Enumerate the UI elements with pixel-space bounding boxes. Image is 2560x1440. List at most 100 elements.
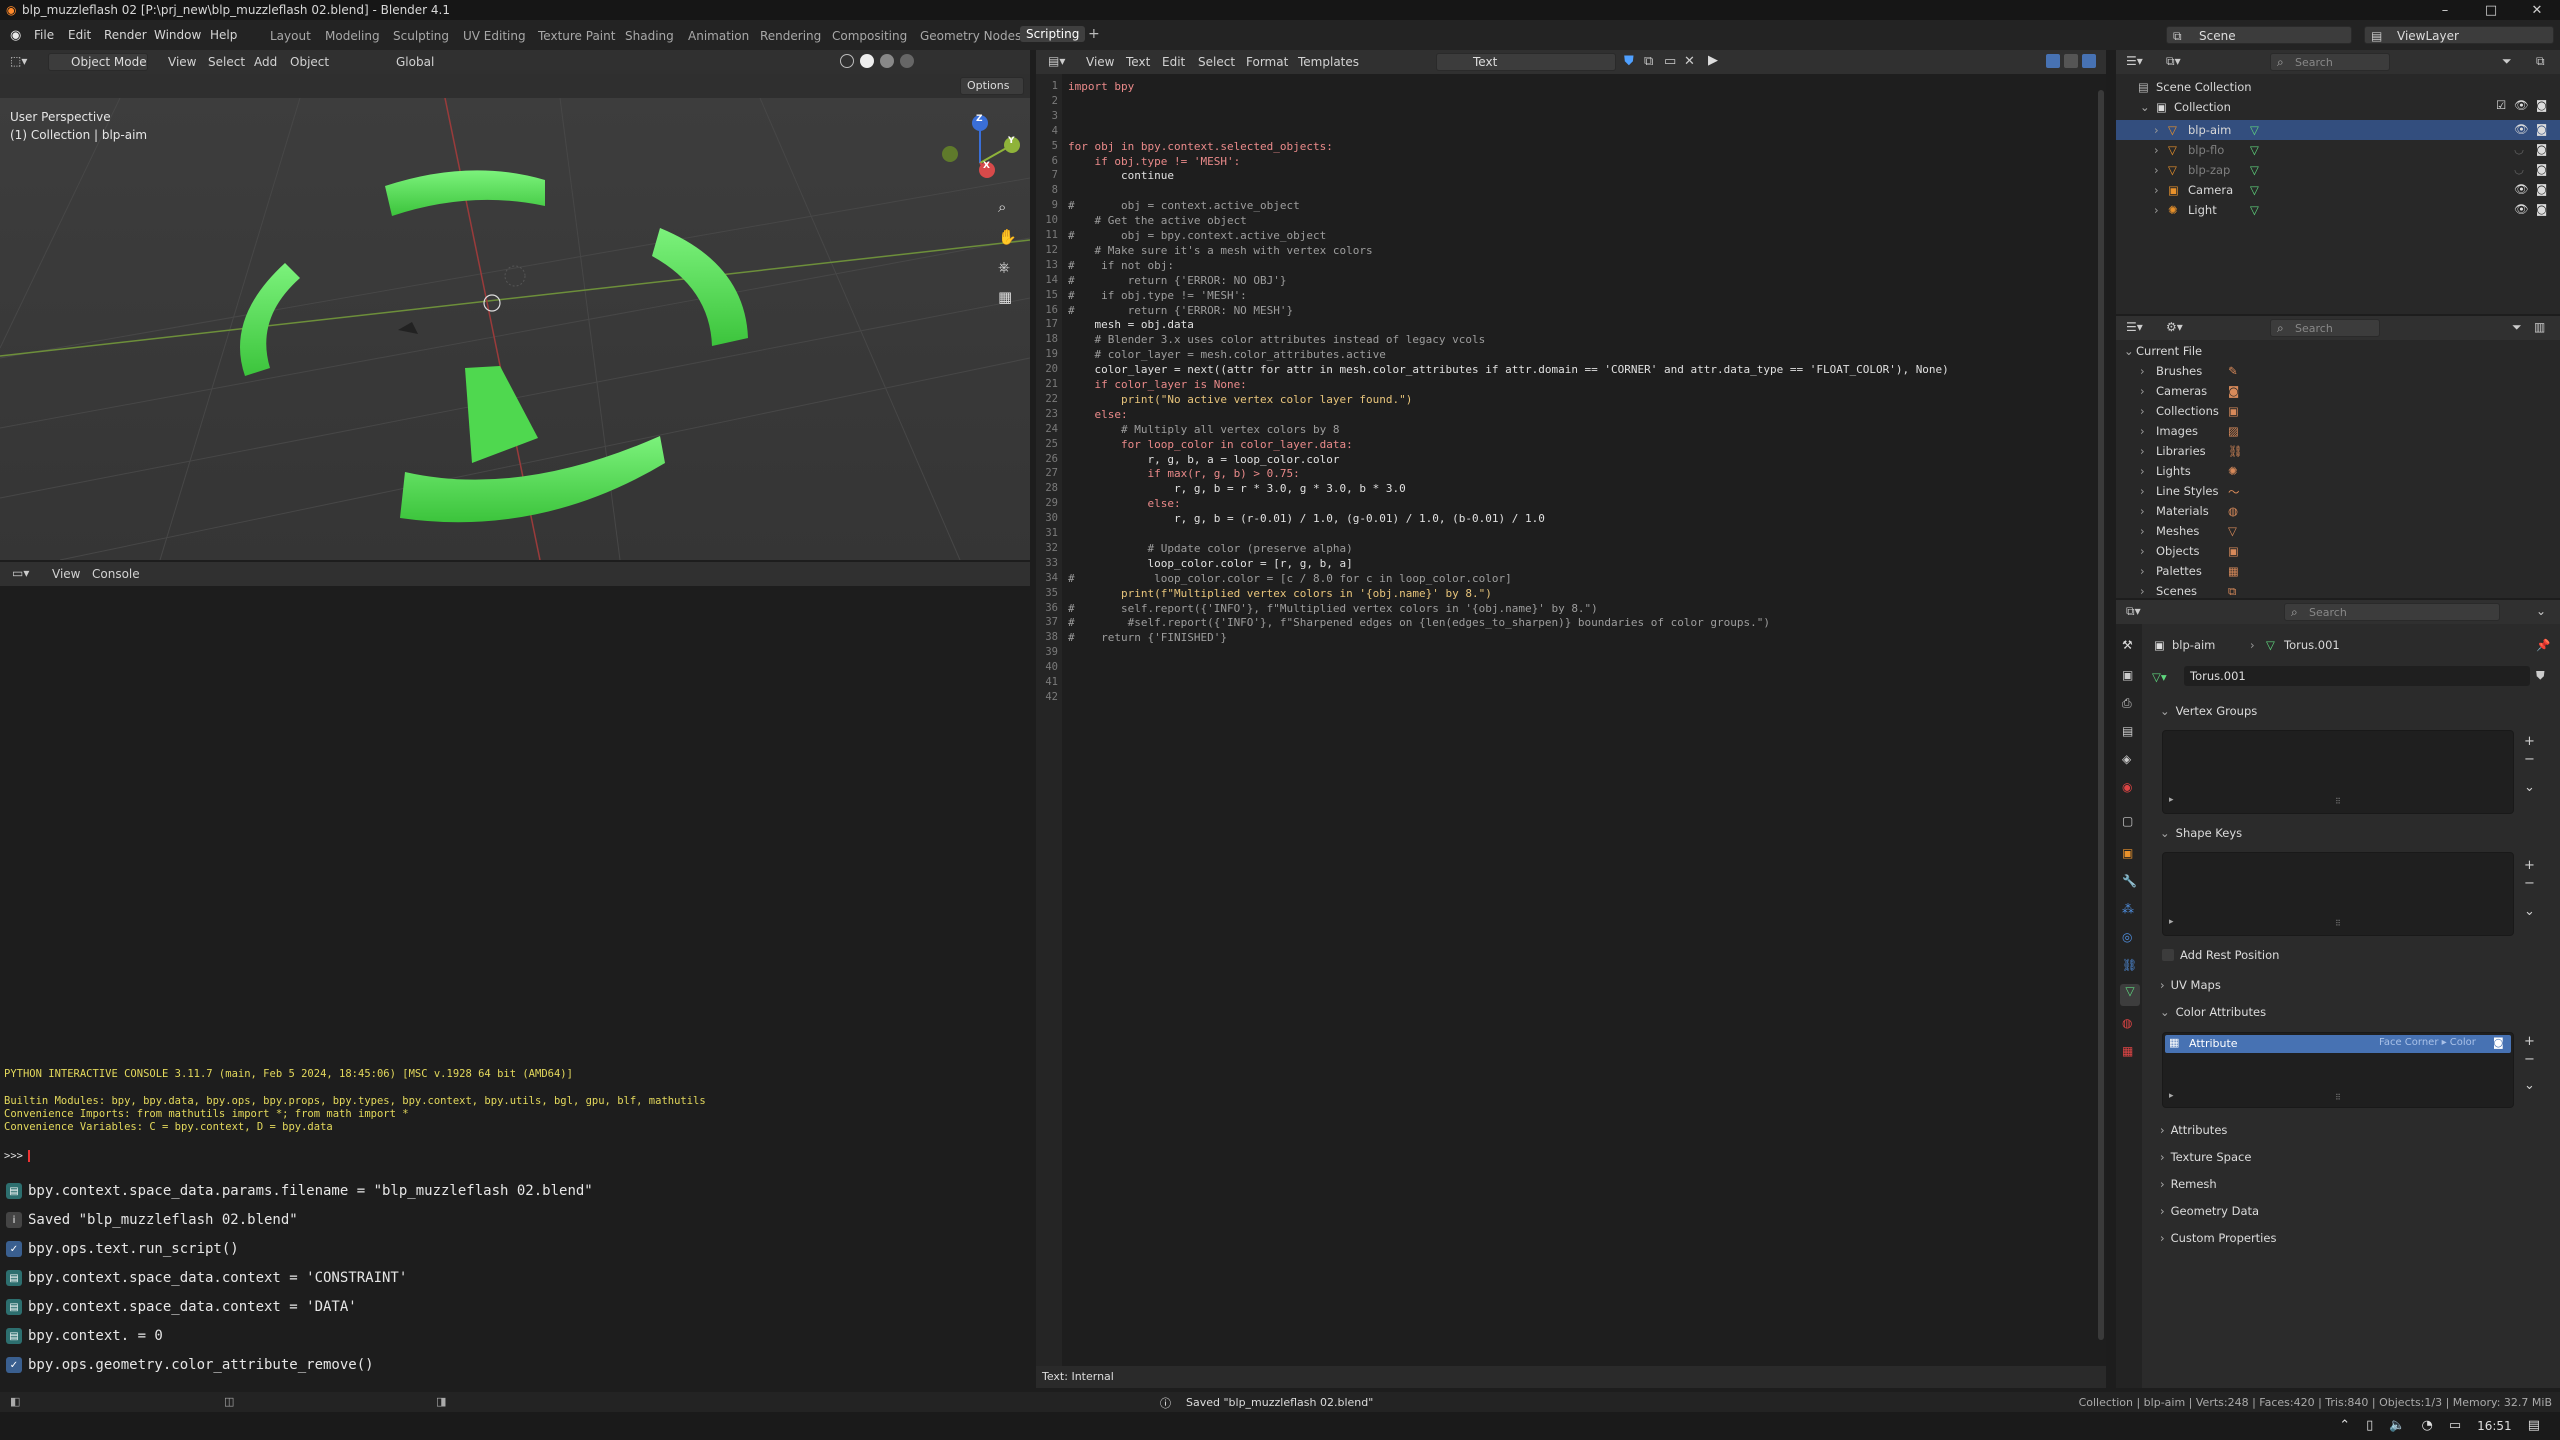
properties-editor-type-icon[interactable]: ⧉▾ xyxy=(2126,604,2141,619)
render-tab-icon[interactable]: ▣ xyxy=(2122,668,2133,682)
view-layer-tab-icon[interactable]: ▤ xyxy=(2122,724,2133,738)
outliner-item[interactable]: › ▣ Camera ▽ 👁 ◙ xyxy=(2116,180,2560,200)
tab-animation[interactable]: Animation xyxy=(688,29,749,43)
outliner-search[interactable]: ⌕ Search xyxy=(2270,53,2390,71)
mesh-data-icon[interactable]: ▽ xyxy=(2250,143,2259,157)
resize-handle-icon[interactable]: ⠿ xyxy=(2335,919,2341,928)
particles-tab-icon[interactable]: ⁂ xyxy=(2122,902,2134,916)
code-line[interactable]: # return {'ERROR: NO OBJ'} xyxy=(1068,274,1287,287)
collection-checkbox-icon[interactable]: ☑ xyxy=(2496,98,2506,112)
viewlayer-selector[interactable]: ▤ ViewLayer xyxy=(2364,26,2554,44)
outliner-editor-type-icon[interactable]: ☰▾ xyxy=(2126,54,2143,68)
resize-handle-icon[interactable]: ⠿ xyxy=(2335,797,2341,806)
fake-user-shield-icon[interactable]: ⛊ xyxy=(2536,668,2545,683)
blendfile-item-label[interactable]: Objects xyxy=(2156,544,2199,558)
remove-color-attribute-button[interactable]: − xyxy=(2524,1052,2538,1067)
code-line[interactable]: # Make sure it's a mesh with vertex colo… xyxy=(1068,244,1372,257)
camera-render-icon[interactable]: ◙ xyxy=(2536,122,2547,136)
chevron-right-icon[interactable]: › xyxy=(2140,404,2145,418)
chevron-right-icon[interactable]: › xyxy=(2140,364,2145,378)
physics-tab-icon[interactable]: ◎ xyxy=(2122,930,2132,944)
section-custom-properties[interactable]: › Custom Properties xyxy=(2160,1231,2540,1253)
collection-tab-icon[interactable]: ▢ xyxy=(2122,814,2133,828)
color-attribute-menu-icon[interactable]: ⌄ xyxy=(2524,1078,2538,1093)
unlink-text-icon[interactable]: ✕ xyxy=(1684,54,1695,69)
menu-file[interactable]: File xyxy=(34,28,54,42)
tab-modeling[interactable]: Modeling xyxy=(325,29,380,43)
code-line[interactable]: if color_layer is None: xyxy=(1068,378,1246,391)
scene-tab-icon[interactable]: ◈ xyxy=(2122,752,2131,766)
collection-chevron-icon[interactable]: ⌄ xyxy=(2140,100,2150,114)
outliner-item[interactable]: › ✺ Light ▽ 👁 ◙ xyxy=(2116,200,2560,220)
blendfile-search[interactable]: ⌕ Search xyxy=(2270,319,2380,337)
console-editor-type-icon[interactable]: ▭▾ xyxy=(12,566,29,580)
blendfile-item-label[interactable]: Images xyxy=(2156,424,2198,438)
camera-view-icon[interactable]: ⎈ xyxy=(998,258,1020,288)
chevron-right-icon[interactable]: › xyxy=(2140,564,2145,578)
code-line[interactable]: # Blender 3.x uses color attributes inst… xyxy=(1068,333,1485,346)
mesh-data-icon[interactable]: ▽ xyxy=(2250,183,2259,197)
code-line[interactable]: # Get the active object xyxy=(1068,214,1246,227)
chevron-right-icon[interactable]: › xyxy=(2154,143,2159,157)
expand-icon[interactable]: ▸ xyxy=(2169,795,2174,805)
code-line[interactable]: r, g, b, a = loop_color.color xyxy=(1068,453,1339,466)
clock[interactable]: 16:51 xyxy=(2477,1419,2512,1433)
text-editor-type-icon[interactable]: ▤▾ xyxy=(1048,54,1065,68)
code-line[interactable]: # obj = context.active_object xyxy=(1068,199,1300,212)
blendfile-item-label[interactable]: Scenes xyxy=(2156,584,2197,598)
chevron-right-icon[interactable]: › xyxy=(2140,464,2145,478)
code-line[interactable]: r, g, b = r * 3.0, g * 3.0, b * 3.0 xyxy=(1068,482,1406,495)
mesh-data-icon[interactable]: ▽ xyxy=(2250,203,2259,217)
section-attributes[interactable]: › Attributes xyxy=(2160,1123,2540,1145)
console-prompt[interactable]: >>> xyxy=(4,1150,23,1162)
purge-icon[interactable]: ▥ xyxy=(2534,320,2545,334)
code-line[interactable]: # return {'ERROR: NO MESH'} xyxy=(1068,304,1293,317)
code-line[interactable]: else: xyxy=(1068,408,1127,421)
add-vertex-group-button[interactable]: + xyxy=(2524,734,2538,749)
display-mode-icon[interactable]: ⧉▾ xyxy=(2166,54,2181,69)
shape-keys-list[interactable]: ▸ ⠿ xyxy=(2162,852,2514,936)
3d-viewport[interactable]: Z Y X User Perspective (1) Collection | … xyxy=(0,98,1030,560)
menu-edit[interactable]: Edit xyxy=(68,28,91,42)
tab-rendering[interactable]: Rendering xyxy=(760,29,821,43)
remove-vertex-group-button[interactable]: − xyxy=(2524,752,2538,767)
zoom-icon[interactable]: ⌕ xyxy=(998,198,1020,228)
vertex-groups-list[interactable]: ▸ ⠿ xyxy=(2162,730,2514,814)
log-row[interactable]: ▤ bpy.context.space_data.context = 'CONST… xyxy=(6,1267,1024,1289)
syntax-highlight-icon[interactable] xyxy=(2082,54,2096,68)
log-row[interactable]: ✓ bpy.ops.text.run_script() xyxy=(6,1238,1024,1260)
filter-icon[interactable]: ⏷ xyxy=(2512,320,2522,335)
modifiers-tab-icon[interactable]: 🔧 xyxy=(2122,874,2137,888)
section-remesh[interactable]: › Remesh xyxy=(2160,1177,2540,1199)
code-line[interactable]: for obj in bpy.context.selected_objects: xyxy=(1068,140,1333,153)
tab-compositing[interactable]: Compositing xyxy=(832,29,907,43)
tray-chevron-icon[interactable]: ⌃ xyxy=(2339,1418,2350,1433)
section-texture-space[interactable]: › Texture Space xyxy=(2160,1150,2540,1172)
current-file-chevron-icon[interactable]: ⌄ xyxy=(2124,344,2134,358)
python-console[interactable]: PYTHON INTERACTIVE CONSOLE 3.11.7 (main,… xyxy=(0,586,1030,1174)
code-line[interactable]: print("No active vertex color layer foun… xyxy=(1068,393,1412,406)
text-menu-text[interactable]: Text xyxy=(1126,55,1150,69)
code-line[interactable]: if max(r, g, b) > 0.75: xyxy=(1068,467,1299,480)
viewport-menu-add[interactable]: Add xyxy=(254,55,277,69)
filter-icon[interactable]: ⏷ xyxy=(2502,54,2512,69)
camera-render-icon[interactable]: ◙ xyxy=(2536,162,2547,176)
code-line[interactable]: # return {'FINISHED'} xyxy=(1068,631,1227,644)
console-menu-console[interactable]: Console xyxy=(92,567,140,581)
shape-key-menu-icon[interactable]: ⌄ xyxy=(2524,904,2538,919)
section-uv-maps[interactable]: › UV Maps xyxy=(2160,978,2540,1000)
notifications-icon[interactable]: ▤ xyxy=(2528,1418,2540,1433)
expand-icon[interactable]: ▸ xyxy=(2169,1091,2174,1101)
chevron-right-icon[interactable]: › xyxy=(2140,504,2145,518)
info-log[interactable]: ▤ bpy.context.space_data.params.filename … xyxy=(0,1174,1030,1386)
tab-shading[interactable]: Shading xyxy=(625,29,674,43)
blender-menu-icon[interactable]: ◉ xyxy=(10,28,21,43)
tray-device-icon[interactable]: ▯ xyxy=(2366,1418,2373,1433)
code-line[interactable]: else: xyxy=(1068,497,1180,510)
maximize-button[interactable]: □ xyxy=(2468,3,2514,18)
text-menu-edit[interactable]: Edit xyxy=(1162,55,1185,69)
chevron-right-icon[interactable]: › xyxy=(2154,183,2159,197)
viewport-menu-object[interactable]: Object xyxy=(290,55,329,69)
mesh-data-icon[interactable]: ▽ xyxy=(2250,163,2259,177)
new-text-icon[interactable]: ⧉ xyxy=(1644,54,1653,69)
